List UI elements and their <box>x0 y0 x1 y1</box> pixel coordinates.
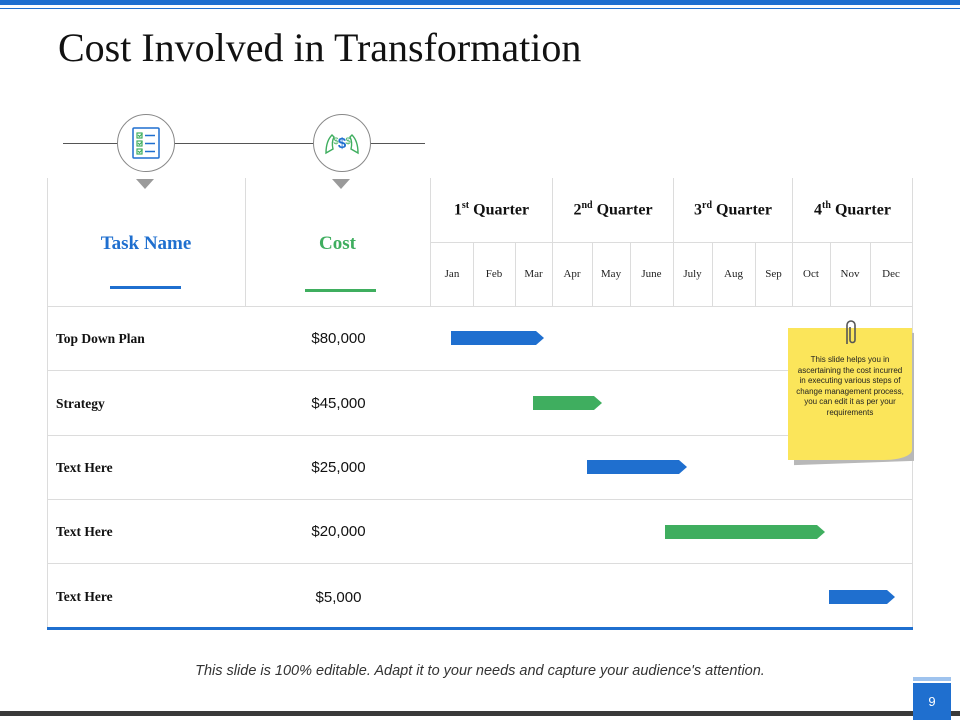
cost-cell: $80,000 <box>311 330 366 347</box>
month-label: Nov <box>840 268 860 280</box>
cost-cell: $20,000 <box>311 523 366 540</box>
cost-cell: $45,000 <box>311 395 366 412</box>
gantt-bar <box>587 460 687 474</box>
gantt-bar <box>829 590 895 604</box>
cost-header: Cost <box>319 233 356 254</box>
grid-divider <box>47 370 913 371</box>
task-name-cell: Text Here <box>56 524 113 539</box>
grid-divider <box>47 499 913 500</box>
slide-title: Cost Involved in Transformation <box>58 25 582 70</box>
cost-column-pointer <box>332 179 350 189</box>
page-number: 9 <box>913 683 951 720</box>
month-label: Oct <box>803 268 819 280</box>
month-label: May <box>600 268 622 280</box>
grid-divider <box>47 306 913 307</box>
grid-divider <box>47 563 913 564</box>
quarter-header-3: 3rd Quarter <box>694 200 772 219</box>
footer-note: This slide is 100% editable. Adapt it to… <box>195 663 765 679</box>
month-label: Aug <box>724 268 743 280</box>
top-accent-bar <box>0 0 960 5</box>
bottom-accent-bar <box>0 711 960 716</box>
quarter-header-1: 1st Quarter <box>453 200 530 219</box>
month-label: Dec <box>882 268 900 280</box>
month-label: Jan <box>444 268 460 280</box>
checklist-icon <box>117 114 175 172</box>
month-label: June <box>641 268 662 280</box>
month-label: Sep <box>765 268 782 280</box>
top-accent-line <box>0 8 960 9</box>
quarter-header-2: 2nd Quarter <box>573 200 653 219</box>
task-header-underline <box>110 286 181 289</box>
month-label: Feb <box>485 268 503 280</box>
quarter-header-4: 4th Quarter <box>814 200 891 219</box>
table-bottom-rule <box>47 627 913 630</box>
hands-dollar-icon: $ $ $ <box>313 114 371 172</box>
gantt-bar <box>451 331 544 345</box>
task-name-cell: Top Down Plan <box>56 331 145 346</box>
task-column-pointer <box>136 179 154 189</box>
svg-text:$: $ <box>333 136 338 146</box>
paperclip-icon <box>842 318 860 353</box>
svg-text:$: $ <box>345 136 350 146</box>
task-name-cell: Text Here <box>56 589 113 604</box>
task-name-header: Task Name <box>100 233 192 254</box>
grid-divider <box>47 435 913 436</box>
gantt-bar <box>533 396 602 410</box>
sticky-note-text: This slide helps you in ascertaining the… <box>796 355 904 417</box>
cost-header-underline <box>305 289 376 292</box>
month-label: Mar <box>524 268 543 280</box>
page-badge-accent <box>913 677 951 681</box>
month-label: Apr <box>563 268 581 280</box>
cost-cell: $25,000 <box>311 459 366 476</box>
cost-cell: $5,000 <box>315 589 362 606</box>
task-name-cell: Strategy <box>56 396 105 411</box>
month-label: July <box>683 268 702 280</box>
task-name-cell: Text Here <box>56 460 113 475</box>
gantt-bar <box>665 525 825 539</box>
grid-divider <box>430 242 912 243</box>
